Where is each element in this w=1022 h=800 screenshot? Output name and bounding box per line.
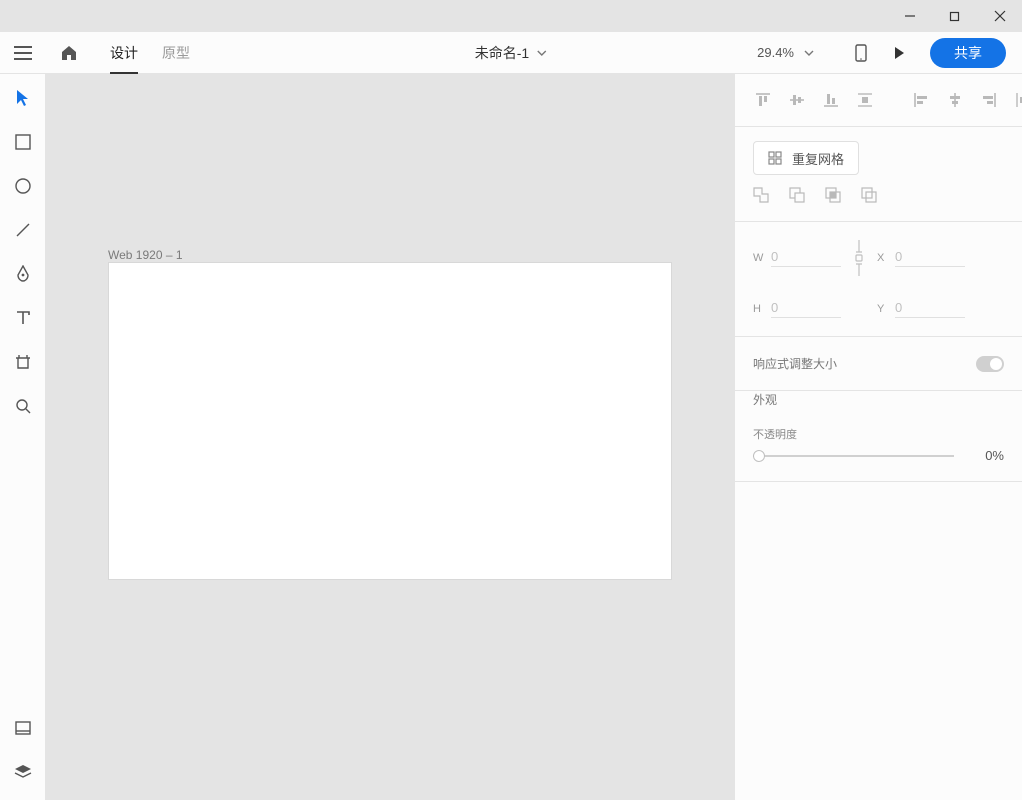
topbar-right-group: 29.4% 共享	[757, 38, 1022, 68]
y-input[interactable]: 0	[895, 300, 965, 318]
opacity-slider[interactable]	[753, 455, 954, 457]
play-preview-button[interactable]	[880, 46, 918, 60]
distribute-horizontal-icon[interactable]	[1013, 90, 1022, 110]
window-maximize-button[interactable]	[932, 0, 977, 32]
mode-tabs: 设计 原型	[98, 32, 202, 74]
line-tool[interactable]	[13, 220, 33, 240]
window-titlebar	[0, 0, 1022, 32]
share-button[interactable]: 共享	[930, 38, 1006, 68]
rectangle-tool[interactable]	[13, 132, 33, 152]
artboard-tool[interactable]	[13, 352, 33, 372]
transform-section: W 0 X 0 H 0 Y 0	[735, 222, 1022, 337]
subtract-icon[interactable]	[789, 187, 809, 207]
text-tool[interactable]	[13, 308, 33, 328]
tool-sidebar	[0, 74, 46, 800]
layers-panel-button[interactable]	[13, 762, 33, 782]
union-icon[interactable]	[753, 187, 773, 207]
window-close-button[interactable]	[977, 0, 1022, 32]
responsive-resize-row: 响应式调整大小	[735, 337, 1022, 391]
home-button[interactable]	[46, 45, 92, 61]
opacity-label: 不透明度	[753, 426, 1004, 442]
height-label: H	[753, 303, 771, 315]
width-label: W	[753, 252, 771, 264]
align-hcenter-icon[interactable]	[945, 90, 965, 110]
align-row	[753, 74, 1004, 126]
artboard-label[interactable]: Web 1920 – 1	[108, 248, 183, 262]
align-right-icon[interactable]	[979, 90, 999, 110]
grid-icon	[768, 151, 782, 165]
repeat-grid-label: 重复网格	[792, 149, 844, 168]
document-title-dropdown[interactable]: 未命名-1	[475, 43, 547, 63]
ellipse-tool[interactable]	[13, 176, 33, 196]
zoom-value: 29.4%	[757, 45, 794, 60]
intersect-icon[interactable]	[825, 187, 845, 207]
pen-tool[interactable]	[13, 264, 33, 284]
align-left-icon[interactable]	[911, 90, 931, 110]
x-label: X	[877, 252, 895, 264]
app-topbar: 设计 原型 未命名-1 29.4% 共享	[0, 32, 1022, 74]
y-label: Y	[877, 303, 895, 315]
responsive-resize-label: 响应式调整大小	[753, 355, 837, 372]
tab-design[interactable]: 设计	[98, 32, 150, 74]
distribute-vertical-icon[interactable]	[855, 90, 875, 110]
properties-panel: 重复网格 W 0 X 0 H 0	[734, 74, 1022, 800]
zoom-tool[interactable]	[13, 396, 33, 416]
align-bottom-icon[interactable]	[821, 90, 841, 110]
responsive-resize-toggle[interactable]	[976, 356, 1004, 372]
hamburger-menu-button[interactable]	[0, 46, 46, 60]
height-input[interactable]: 0	[771, 300, 841, 318]
repeat-grid-button[interactable]: 重复网格	[753, 141, 859, 175]
device-preview-button[interactable]	[842, 44, 880, 62]
boolean-ops-row	[753, 187, 1004, 207]
chevron-down-icon	[804, 48, 814, 58]
document-title: 未命名-1	[475, 43, 529, 63]
align-top-icon[interactable]	[753, 90, 773, 110]
workspace: Web 1920 – 1	[0, 74, 1022, 800]
x-input[interactable]: 0	[895, 249, 965, 267]
assets-panel-button[interactable]	[13, 718, 33, 738]
appearance-title: 外观	[753, 391, 1004, 408]
zoom-dropdown[interactable]: 29.4%	[757, 45, 814, 60]
artboard[interactable]	[108, 262, 672, 580]
exclude-icon[interactable]	[861, 187, 881, 207]
canvas[interactable]: Web 1920 – 1	[46, 74, 734, 800]
width-input[interactable]: 0	[771, 249, 841, 267]
chevron-down-icon	[537, 48, 547, 58]
tab-prototype[interactable]: 原型	[150, 32, 202, 74]
opacity-value[interactable]: 0%	[968, 448, 1004, 463]
select-tool[interactable]	[13, 88, 33, 108]
align-vcenter-icon[interactable]	[787, 90, 807, 110]
window-minimize-button[interactable]	[887, 0, 932, 32]
slider-thumb[interactable]	[753, 450, 765, 462]
lock-aspect-icon[interactable]	[841, 238, 877, 278]
